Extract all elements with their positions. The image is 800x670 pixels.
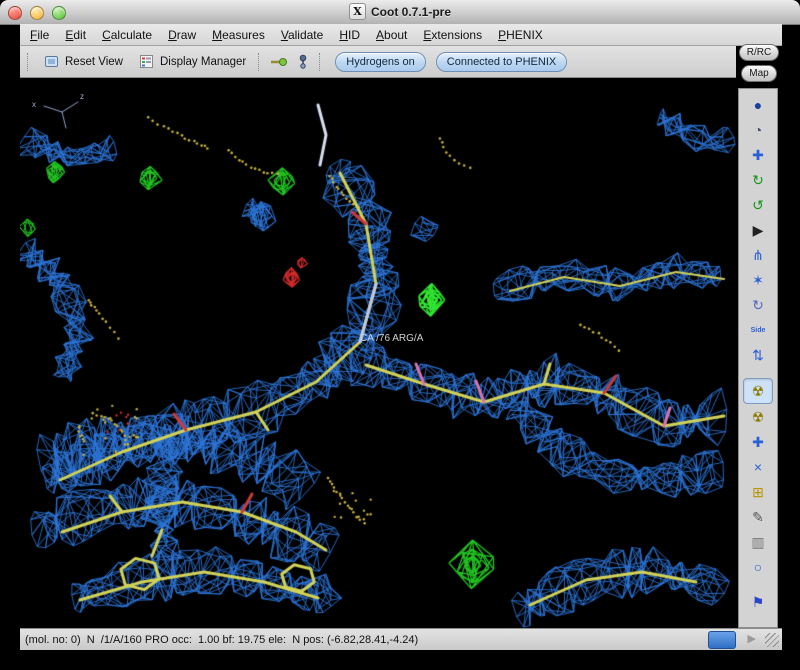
fix-atom-icon[interactable]: ✚ bbox=[744, 430, 772, 454]
atom-label: CA /76 ARG/A bbox=[360, 333, 424, 344]
status-bar: (mol. no: 0) N /1/A/160 PRO occ: 1.00 bf… bbox=[20, 628, 782, 650]
menu-hid[interactable]: HID bbox=[331, 26, 368, 44]
status-text: (mol. no: 0) N /1/A/160 PRO occ: 1.00 bf… bbox=[25, 633, 419, 646]
goto-atom-icon[interactable] bbox=[268, 55, 290, 69]
window-title: Coot 0.7.1-pre bbox=[370, 4, 452, 19]
menu-edit[interactable]: Edit bbox=[57, 26, 94, 44]
move-zone-icon[interactable]: ✚ bbox=[744, 143, 772, 167]
menu-bar: File Edit Calculate Draw Measures Validate HID… bbox=[20, 24, 782, 46]
coot-window: X Coot 0.7.1-pre File Edit Calculate Draw Me… bbox=[0, 0, 800, 670]
close-button[interactable] bbox=[8, 6, 22, 20]
menu-extensions[interactable]: Extensions bbox=[415, 26, 490, 44]
reset-view-label: Reset View bbox=[65, 55, 123, 68]
menu-phenix[interactable]: PHENIX bbox=[490, 26, 551, 44]
pencil-icon[interactable]: ✎ bbox=[744, 505, 772, 529]
rotamers-icon[interactable]: ✶ bbox=[744, 268, 772, 292]
toolbar: Reset View Display Manager Hydrogens on … bbox=[20, 46, 736, 78]
reset-view-icon bbox=[42, 54, 61, 69]
refine-zone-icon[interactable]: ↻ bbox=[744, 168, 772, 192]
run-refinement-icon[interactable]: ☢ bbox=[744, 405, 772, 429]
display-manager-button[interactable]: Display Manager bbox=[132, 52, 251, 71]
axis-x-label: x bbox=[32, 100, 36, 109]
goto-residue-icon[interactable] bbox=[294, 54, 312, 69]
zoom-button[interactable] bbox=[52, 6, 66, 20]
add-terminal-residue-icon[interactable]: ☢ bbox=[743, 378, 773, 404]
regularize-zone-icon[interactable]: ↺ bbox=[744, 193, 772, 217]
density-canvas[interactable] bbox=[20, 78, 736, 628]
menu-draw[interactable]: Draw bbox=[160, 26, 204, 44]
reset-view-button[interactable]: Reset View bbox=[37, 52, 128, 71]
mutate-icon[interactable]: × bbox=[744, 455, 772, 479]
menu-calculate[interactable]: Calculate bbox=[94, 26, 160, 44]
pointer-icon[interactable]: ▶ bbox=[744, 218, 772, 242]
minimize-button[interactable] bbox=[30, 6, 44, 20]
display-manager-label: Display Manager bbox=[159, 55, 247, 68]
status-indicator bbox=[708, 631, 736, 649]
sphere-icon[interactable]: ● bbox=[744, 93, 772, 117]
axis-z-label: z bbox=[80, 92, 84, 101]
modelling-toolbar: ● ◔ ✚ ↻ ↺ ▶ ⋔ ✶ ↻ Side ⇅ ☢ ☢ ✚ × ⊞ ✎ ▥ ○ ⚑ bbox=[738, 88, 778, 628]
menu-about[interactable]: About bbox=[368, 26, 415, 44]
titlebar[interactable]: X Coot 0.7.1-pre bbox=[0, 0, 800, 25]
rrc-button[interactable]: R/RC bbox=[738, 44, 780, 61]
add-atom-icon[interactable]: ⊞ bbox=[744, 480, 772, 504]
resize-grip[interactable] bbox=[765, 633, 779, 647]
rail-top: R/RC Map bbox=[736, 44, 782, 82]
delete-item-icon[interactable]: ▥ bbox=[744, 530, 772, 554]
undo-icon[interactable]: ○ bbox=[744, 555, 772, 579]
menu-file[interactable]: File bbox=[22, 26, 57, 44]
menu-validate[interactable]: Validate bbox=[273, 26, 332, 44]
flag-icon[interactable]: ⚑ bbox=[744, 590, 772, 614]
menu-measures[interactable]: Measures bbox=[204, 26, 273, 44]
expand-icon[interactable]: ▶ bbox=[748, 632, 756, 645]
toolbar-separator bbox=[319, 52, 322, 71]
toolbar-separator bbox=[258, 52, 261, 71]
toolbar-handle bbox=[27, 52, 30, 71]
display-manager-icon bbox=[137, 54, 156, 69]
flip-peptide-icon[interactable]: ⇅ bbox=[744, 343, 772, 367]
map-button[interactable]: Map bbox=[741, 65, 777, 82]
hydrogens-toggle[interactable]: Hydrogens on bbox=[335, 51, 426, 72]
x11-icon: X bbox=[348, 3, 366, 20]
title-area: X Coot 0.7.1-pre bbox=[348, 3, 452, 20]
phenix-status-toggle[interactable]: Connected to PHENIX bbox=[435, 51, 568, 72]
edit-chi-angles-icon[interactable]: ↻ bbox=[744, 293, 772, 317]
side-chain-flip-icon[interactable]: Side bbox=[744, 318, 772, 342]
recentre-icon[interactable]: ◔ bbox=[744, 118, 772, 142]
traffic-lights bbox=[8, 6, 74, 20]
gl-viewport[interactable]: x z CA /76 ARG/A bbox=[20, 78, 736, 628]
auto-fit-rotamer-icon[interactable]: ⋔ bbox=[744, 243, 772, 267]
